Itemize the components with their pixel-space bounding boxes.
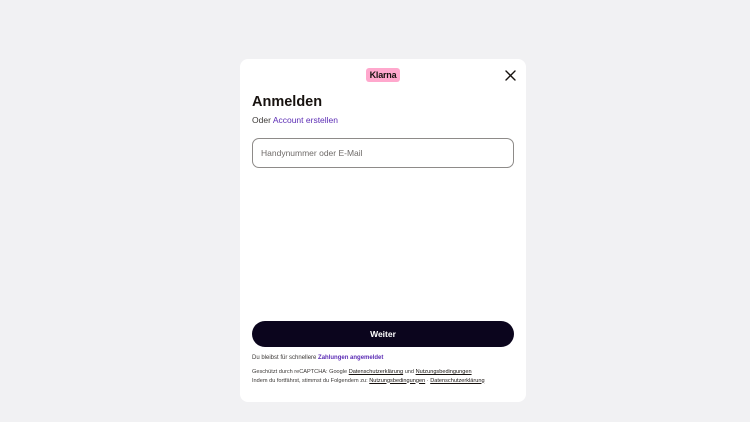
close-icon[interactable] [503, 68, 517, 82]
page-title: Anmelden [252, 94, 323, 110]
stay-prefix: Du bleibst für schnellere [252, 355, 317, 361]
recaptcha-prefix: Geschützt durch reCAPTCHA: Google [252, 369, 348, 375]
consent-line: Indem du fortfährst, stimmst du Folgende… [252, 377, 520, 386]
separator: · [426, 377, 429, 384]
continue-button[interactable]: Weiter [252, 321, 514, 347]
and-text: und [404, 369, 415, 375]
create-account-link[interactable]: Account erstellen [273, 115, 338, 125]
stay-signed-in-link[interactable]: Zahlungen angemeldet [318, 355, 383, 361]
subtitle: Oder Account erstellen [252, 115, 338, 125]
privacy-link[interactable]: Datenschutzerklärung [430, 378, 484, 384]
google-privacy-link[interactable]: Datenschutzerklärung [349, 369, 403, 375]
klarna-logo: Klarna [366, 68, 400, 82]
google-terms-link[interactable]: Nutzungsbedingungen [416, 369, 472, 375]
legal-text: Geschützt durch reCAPTCHA: Google Datens… [252, 368, 520, 385]
recaptcha-line: Geschützt durch reCAPTCHA: Google Datens… [252, 368, 520, 377]
stay-signed-in-text: Du bleibst für schnellere Zahlungen ange… [252, 355, 383, 361]
subtitle-prefix: Oder [252, 115, 271, 125]
phone-email-input[interactable] [252, 138, 514, 168]
terms-link[interactable]: Nutzungsbedingungen [369, 378, 425, 384]
login-modal: Klarna Anmelden Oder Account erstellen W… [240, 59, 526, 402]
consent-prefix: Indem du fortfährst, stimmst du Folgende… [252, 377, 368, 384]
